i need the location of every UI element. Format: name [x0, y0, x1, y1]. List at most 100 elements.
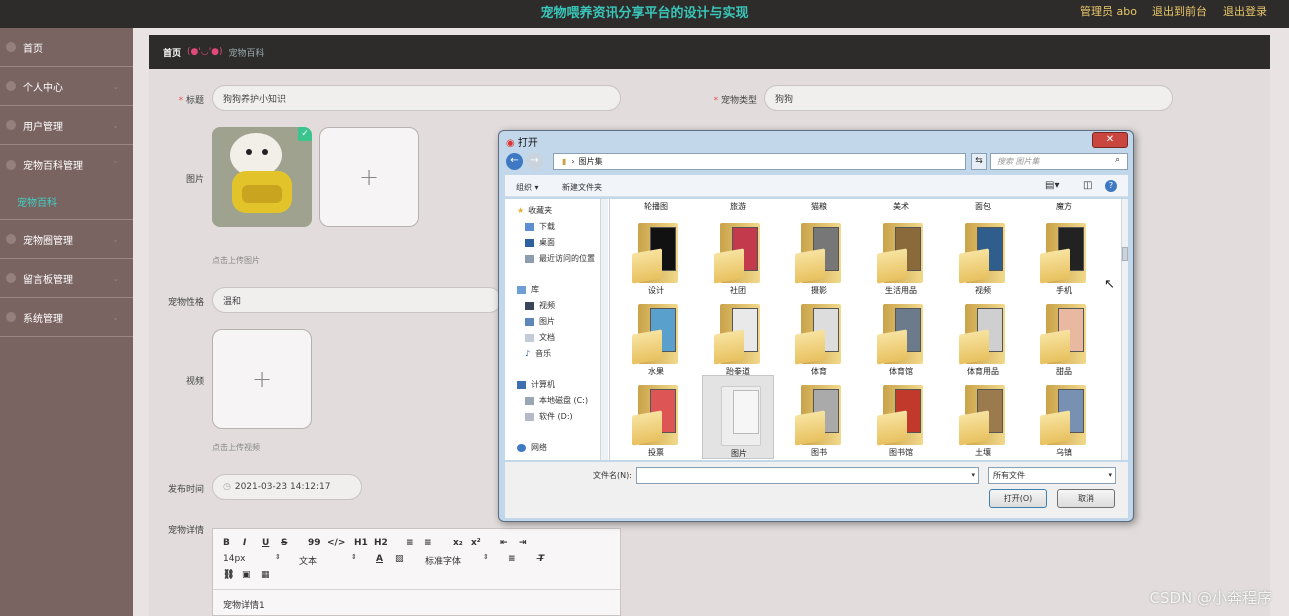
scroll-thumb[interactable]	[1122, 247, 1128, 261]
sidebar-item-messages[interactable]: 留言板管理 ⌄	[0, 259, 133, 298]
sidebar-item-circle[interactable]: 宠物圈管理 ⌄	[0, 220, 133, 259]
folder-label[interactable]: 猫粮	[783, 201, 855, 212]
back-button[interactable]: ←	[506, 153, 523, 170]
folder-item[interactable]: 图书	[783, 375, 855, 459]
cancel-button[interactable]: 取消	[1057, 489, 1115, 508]
font-color-icon[interactable]: A	[376, 554, 383, 564]
tree-documents[interactable]: 文档	[525, 332, 555, 343]
folder-item[interactable]: 设计	[620, 213, 692, 297]
organize-button[interactable]: 组织 ▾	[516, 182, 539, 193]
background-color-icon[interactable]: ▨	[395, 554, 404, 564]
folder-item[interactable]: 图书馆	[865, 375, 937, 459]
align-icon[interactable]: ≡	[508, 554, 516, 564]
title-input[interactable]: 狗狗养护小知识	[212, 85, 621, 111]
folder-item[interactable]: 手机	[1028, 213, 1100, 297]
folder-item[interactable]: 水果	[620, 294, 692, 378]
tree-drive-c[interactable]: 本地磁盘 (C:)	[525, 395, 588, 406]
personality-input[interactable]: 温和	[212, 287, 502, 313]
folder-label[interactable]: 美术	[865, 201, 937, 212]
folder-item[interactable]: 跆拳道	[702, 294, 774, 378]
folder-item[interactable]: 视频	[947, 213, 1019, 297]
underline-button[interactable]: U	[262, 538, 269, 548]
tree-favorites[interactable]: ★ 收藏夹	[517, 205, 552, 216]
tree-recent[interactable]: 最近访问的位置	[525, 253, 595, 264]
outdent-button[interactable]: ⇤	[500, 538, 508, 548]
superscript-button[interactable]: x²	[471, 538, 481, 548]
subscript-button[interactable]: x₂	[453, 538, 463, 548]
link-icon[interactable]: ⛓	[223, 570, 234, 580]
quote-button[interactable]: 99	[308, 538, 321, 548]
tree-downloads[interactable]: 下载	[525, 221, 555, 232]
folder-item[interactable]: 土壤	[947, 375, 1019, 459]
font-size-select[interactable]: 14px	[223, 554, 246, 564]
close-button[interactable]: ✕	[1092, 132, 1128, 148]
view-icon[interactable]: ▤▾	[1045, 180, 1059, 191]
new-folder-button[interactable]: 新建文件夹	[562, 182, 602, 193]
image-icon[interactable]: ▣	[242, 570, 251, 580]
tree-desktop[interactable]: 桌面	[525, 237, 555, 248]
tree-scrollbar[interactable]	[600, 199, 608, 460]
bullet-list-button[interactable]: ≡	[424, 538, 432, 548]
forward-button[interactable]: →	[526, 153, 543, 170]
sidebar-item-wiki[interactable]: 宠物百科管理 ⌃	[0, 145, 133, 184]
preview-pane-icon[interactable]: ◫	[1083, 180, 1092, 191]
folder-item[interactable]: 甜品	[1028, 294, 1100, 378]
to-front-link[interactable]: 退出到前台	[1152, 3, 1207, 19]
folder-item[interactable]: 摄影	[783, 213, 855, 297]
folder-label[interactable]: 旅游	[702, 201, 774, 212]
editor-content[interactable]: 宠物详情1	[223, 598, 265, 611]
folder-label[interactable]: 面包	[947, 201, 1019, 212]
open-button[interactable]: 打开(O)	[989, 489, 1047, 508]
refresh-button[interactable]: ⇆	[971, 153, 987, 170]
strike-button[interactable]: S	[281, 538, 287, 548]
italic-button[interactable]: I	[243, 538, 246, 548]
tree-libraries[interactable]: 库	[517, 284, 539, 295]
folder-item[interactable]: 投票	[620, 375, 692, 459]
folder-item[interactable]: 体育馆	[865, 294, 937, 378]
uploaded-image-dog[interactable]: ✓	[212, 127, 312, 227]
address-bar[interactable]: ▮ › 图片集	[553, 153, 966, 170]
folder-label[interactable]: 魔方	[1028, 201, 1100, 212]
tree-drive-d[interactable]: 软件 (D:)	[525, 411, 573, 422]
image-add-button[interactable]: +	[319, 127, 419, 227]
code-button[interactable]: </>	[327, 538, 345, 548]
folder-item[interactable]: 生活用品	[865, 213, 937, 297]
logout-link[interactable]: 退出登录	[1223, 3, 1267, 19]
type-input[interactable]: 狗狗	[764, 85, 1173, 111]
filename-input[interactable]: ▾	[636, 467, 979, 484]
tree-network[interactable]: 网络	[517, 442, 547, 453]
text-type-select[interactable]: 文本	[299, 554, 317, 567]
folder-item[interactable]: 社团	[702, 213, 774, 297]
tree-videos[interactable]: 视频	[525, 300, 555, 311]
folder-item[interactable]: 体育	[783, 294, 855, 378]
sidebar-subitem-wiki[interactable]: 宠物百科	[0, 184, 133, 220]
h2-button[interactable]: H2	[374, 538, 388, 548]
help-icon[interactable]: ?	[1105, 180, 1117, 192]
bold-button[interactable]: B	[223, 538, 230, 548]
sidebar-item-system[interactable]: 系统管理 ⌄	[0, 298, 133, 337]
filetype-select[interactable]: 所有文件 ▾	[988, 467, 1116, 484]
tree-pictures[interactable]: 图片	[525, 316, 555, 327]
indent-button[interactable]: ⇥	[519, 538, 527, 548]
video-add-button[interactable]: +	[212, 329, 312, 429]
folder-label[interactable]: 轮播图	[620, 201, 692, 212]
folder-item-selected[interactable]: 图片	[702, 375, 774, 459]
tree-music[interactable]: ♪ 音乐	[525, 348, 551, 359]
breadcrumb-home[interactable]: 首页	[163, 46, 181, 59]
tree-computer[interactable]: 计算机	[517, 379, 555, 390]
ordered-list-button[interactable]: ≡	[406, 538, 414, 548]
folder-item[interactable]: 乌镇	[1028, 375, 1100, 459]
rich-text-editor[interactable]: B I U S 99 </> H1 H2 ≡ ≡ x₂ x² ⇤ ⇥ 14px …	[212, 528, 621, 616]
search-input[interactable]: 搜索 图片集	[990, 153, 1128, 170]
sidebar-item-users[interactable]: 用户管理 ⌄	[0, 106, 133, 145]
font-family-select[interactable]: 标准字体	[425, 554, 461, 567]
h1-button[interactable]: H1	[354, 538, 368, 548]
file-list-scrollbar[interactable]	[1121, 199, 1128, 460]
sidebar-item-home[interactable]: 首页	[0, 28, 133, 67]
clear-format-icon[interactable]: T̶	[538, 554, 544, 564]
folder-item[interactable]: 体育用品	[947, 294, 1019, 378]
video-upload-hint: 点击上传视频	[212, 443, 260, 452]
sidebar-item-personal[interactable]: 个人中心 ⌄	[0, 67, 133, 106]
video-icon[interactable]: ▦	[261, 570, 270, 580]
time-input[interactable]: ◷ 2021-03-23 14:12:17	[212, 474, 362, 500]
